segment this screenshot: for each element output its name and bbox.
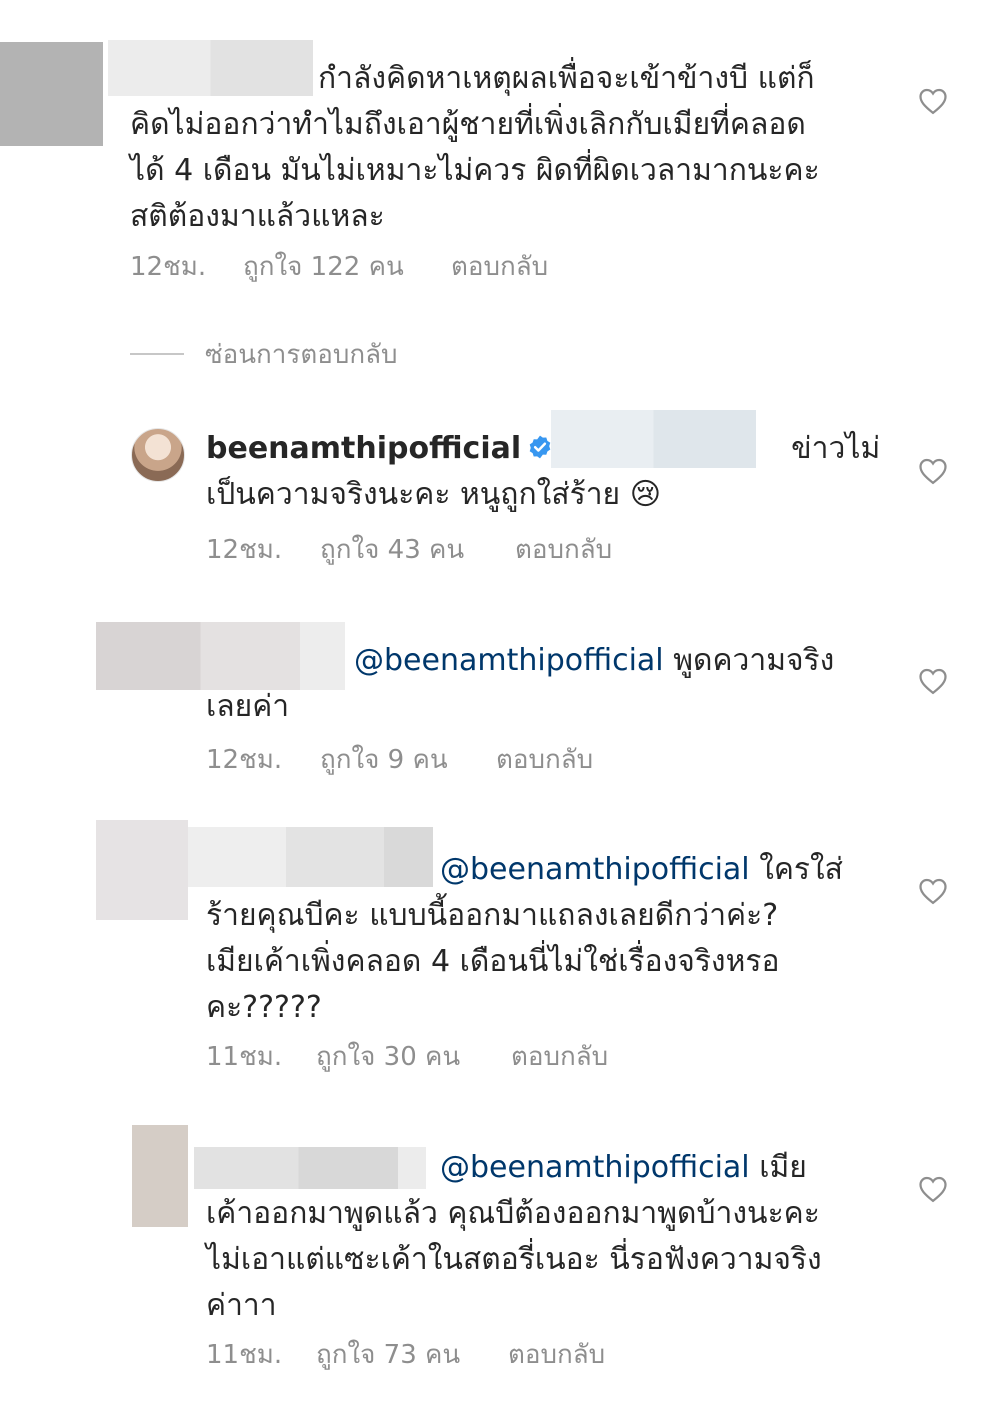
reply-text: @beenamthipofficial เมีย เค้าออกมาพูดแล้… [206, 1150, 822, 1323]
comment-time: 12ชม. [206, 535, 283, 565]
mention-link[interactable]: @beenamthipofficial [440, 852, 750, 887]
mention-link[interactable]: @beenamthipofficial [354, 643, 664, 678]
avatar[interactable] [131, 428, 185, 482]
like-count[interactable]: ถูกใจ 9 คน [320, 743, 496, 777]
username[interactable]: beenamthipofficial [206, 431, 521, 466]
blurred-avatar [96, 820, 188, 920]
like-count[interactable]: ถูกใจ 73 คน [316, 1338, 508, 1372]
crying-emoji: 😢 [629, 477, 661, 512]
heart-outline-icon[interactable] [918, 457, 948, 485]
like-count[interactable]: ถูกใจ 30 คน [316, 1040, 511, 1074]
reply-button[interactable]: ตอบกลับ [496, 743, 593, 777]
reply-button[interactable]: ตอบกลับ [515, 533, 612, 567]
heart-outline-icon[interactable] [918, 87, 948, 115]
blurred-avatar [132, 1125, 188, 1227]
comment-text: กำลังคิดหาเหตุผลเพื่อจะเข้าข้างบี แต่ก็ … [130, 61, 820, 234]
reply-meta: 11ชม. ถูกใจ 73 คน ตอบกลับ [206, 1338, 605, 1372]
heart-outline-icon[interactable] [918, 667, 948, 695]
mention-link[interactable]: @beenamthipofficial [440, 1150, 750, 1185]
reply-button[interactable]: ตอบกลับ [451, 250, 548, 284]
reply-text: beenamthipofficial ข่าวไม่ เป็นความจริงนะ… [206, 431, 881, 512]
reply-button[interactable]: ตอบกลับ [511, 1040, 608, 1074]
heart-outline-icon[interactable] [918, 877, 948, 905]
comment-time: 11ชม. [206, 1042, 283, 1072]
reply-text: @beenamthipofficial ใครใส่ ร้ายคุณบีคะ แ… [206, 852, 843, 1025]
hide-replies-divider [130, 353, 184, 355]
reply-meta: 11ชม. ถูกใจ 30 คน ตอบกลับ [206, 1040, 608, 1074]
reply-meta: 12ชม. ถูกใจ 43 คน ตอบกลับ [206, 533, 612, 567]
comment-meta: 12ชม. ถูกใจ 122 คน ตอบกลับ [130, 250, 548, 284]
reply-text: @beenamthipofficial พูดความจริง เลยค่า [206, 643, 835, 724]
reply-meta: 12ชม. ถูกใจ 9 คน ตอบกลับ [206, 743, 593, 777]
reply-button[interactable]: ตอบกลับ [508, 1338, 605, 1372]
comment-time: 12ชม. [206, 745, 283, 775]
hide-replies-button[interactable]: ซ่อนการตอบกลับ [205, 338, 398, 372]
blurred-avatar [0, 42, 103, 146]
comment-time: 11ชม. [206, 1340, 283, 1370]
like-count[interactable]: ถูกใจ 43 คน [320, 533, 515, 567]
verified-badge-icon [529, 435, 551, 459]
heart-outline-icon[interactable] [918, 1175, 948, 1203]
comment-time: 12ชม. [130, 252, 207, 282]
like-count[interactable]: ถูกใจ 122 คน [243, 250, 451, 284]
